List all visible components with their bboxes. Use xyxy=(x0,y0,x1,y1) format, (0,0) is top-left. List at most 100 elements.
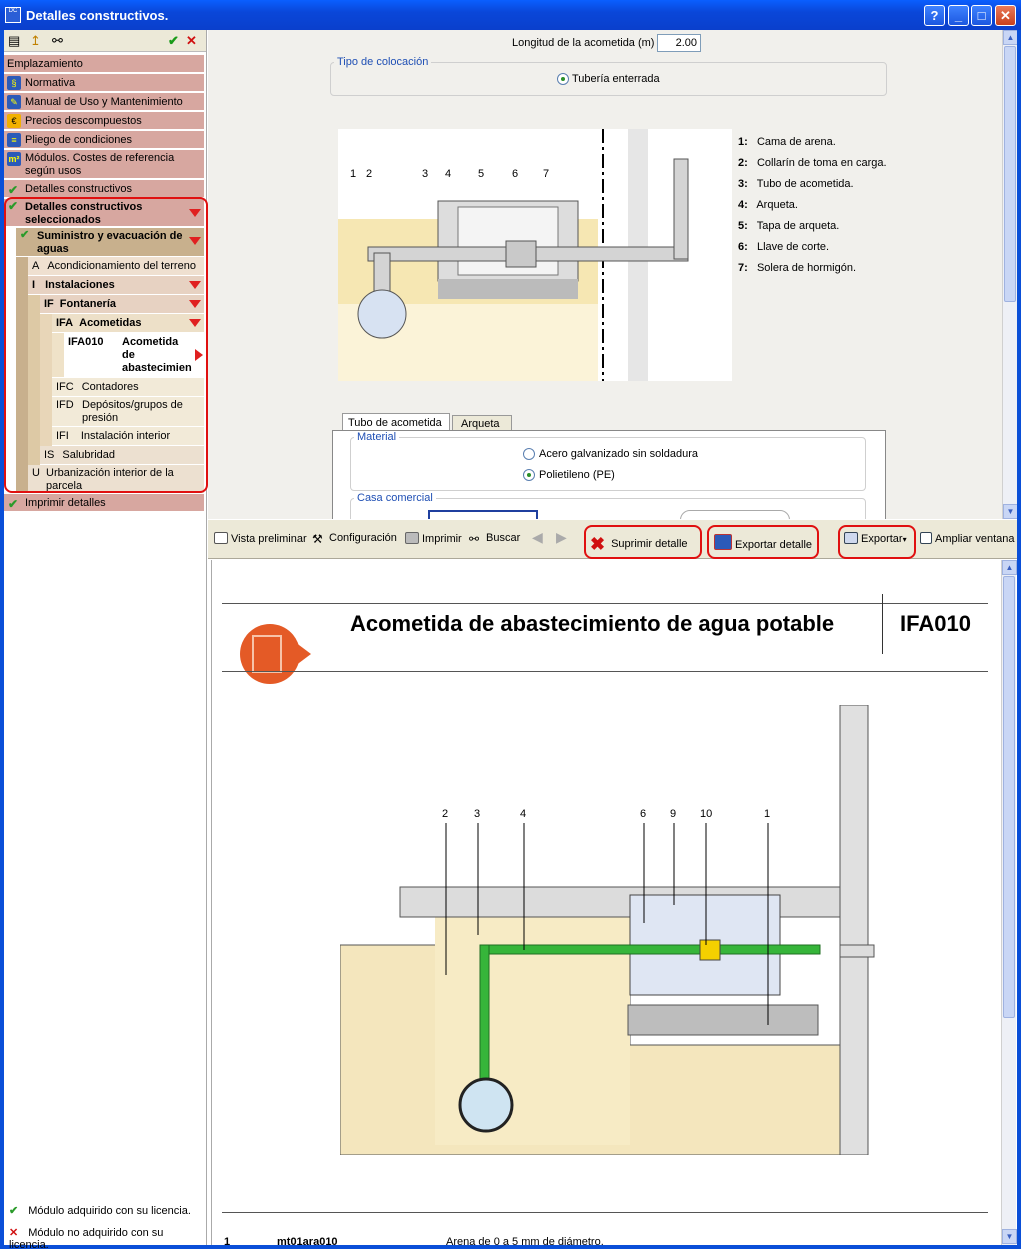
sidebar-item-detalles[interactable]: ✔ Detalles constructivos xyxy=(4,180,204,198)
connection-diagram: 1 2 3 4 5 6 7 xyxy=(338,129,732,381)
printer-icon xyxy=(405,532,419,544)
tools-icon: ⚒ xyxy=(312,532,323,546)
forward-arrow-icon[interactable]: ▶ xyxy=(556,529,567,546)
scroll-thumb[interactable] xyxy=(1003,576,1015,1018)
material-option-label: Polietileno (PE) xyxy=(539,469,615,481)
highlight-tree-selection xyxy=(4,197,208,493)
diagram-label: 4 xyxy=(445,168,451,180)
legend-row: 6: Llave de corte. xyxy=(738,241,830,253)
diagram-label: 5 xyxy=(478,168,484,180)
material-group-label: Material xyxy=(354,431,400,443)
brand-group-label: Casa comercial xyxy=(354,492,436,504)
legend-row: 5: Tapa de arqueta. xyxy=(738,220,840,232)
scroll-down-icon[interactable]: ▼ xyxy=(1003,504,1017,519)
sidebar-item-label: Normativa xyxy=(25,77,76,89)
row-description: Arena de 0 a 5 mm de diámetro. xyxy=(446,1236,604,1245)
placement-option-label: Tubería enterrada xyxy=(572,73,660,85)
left-panel: ▤ ↥ ⚯ ✔ ✕ Emplazamiento § Normativa ✎ Manu… xyxy=(4,30,208,1249)
app-icon: DC xyxy=(5,7,21,23)
legend-row: 2: Collarín de toma en carga. xyxy=(738,157,887,169)
row-code: mt01ara010 xyxy=(277,1236,338,1245)
sidebar-item-normativa[interactable]: § Normativa xyxy=(4,74,204,92)
config-scrollbar[interactable]: ▲ ▼ xyxy=(1002,30,1017,519)
length-label: Longitud de la acometida (m) xyxy=(512,37,655,49)
binoculars-icon[interactable]: ⚯ xyxy=(52,33,63,49)
sidebar-item-label: Pliego de condiciones xyxy=(25,134,133,146)
tab-tubo-acometida[interactable]: Tubo de acometida xyxy=(342,413,450,431)
callout-label: 9 xyxy=(670,808,676,820)
callout-labels: 2 3 4 6 9 10 1 xyxy=(442,808,770,820)
cype-logo xyxy=(240,624,311,684)
sidebar-item-precios[interactable]: € Precios descompuestos xyxy=(4,112,204,130)
scroll-down-icon[interactable]: ▼ xyxy=(1002,1229,1017,1244)
callout-label: 1 xyxy=(764,808,770,820)
highlight-delete xyxy=(584,525,702,559)
sidebar-item-modulos[interactable]: m² Módulos. Costes de referencia según us… xyxy=(4,150,204,179)
back-arrow-icon[interactable]: ◀ xyxy=(532,529,543,546)
preview-button[interactable]: Vista preliminar xyxy=(214,532,307,545)
title-bar: DC Detalles constructivos. ? _ □ ✕ xyxy=(0,0,1021,30)
callout-label: 2 xyxy=(442,808,448,820)
scroll-up-icon[interactable]: ▲ xyxy=(1002,560,1017,575)
document-icon: ≡ xyxy=(7,133,21,147)
document-scrollbar[interactable]: ▲ ▼ xyxy=(1001,560,1017,1245)
list-icon[interactable]: ▤ xyxy=(8,33,20,49)
detail-drawing: 2 3 4 6 9 10 1 xyxy=(340,705,875,1155)
check-icon: ✔ xyxy=(8,497,19,511)
cross-icon: ✕ xyxy=(9,1227,19,1239)
document-code: IFA010 xyxy=(900,611,971,636)
accept-icon[interactable]: ✔ xyxy=(168,33,179,49)
doc-rule xyxy=(222,603,988,604)
book-icon: § xyxy=(7,76,21,90)
enlarge-window-button[interactable]: Ampliar ventana xyxy=(920,532,1015,545)
sidebar-item-imprimir[interactable]: ✔ Imprimir detalles xyxy=(4,494,204,512)
coin-icon: € xyxy=(7,114,21,128)
diagram-label: 2 xyxy=(366,168,372,180)
minimize-button[interactable]: _ xyxy=(948,5,969,26)
close-button[interactable]: ✕ xyxy=(995,5,1016,26)
maximize-button[interactable]: □ xyxy=(971,5,992,26)
m2-icon: m² xyxy=(7,152,21,166)
sidebar-item-label: Precios descompuestos xyxy=(25,115,142,127)
tab-arqueta[interactable]: Arqueta xyxy=(452,415,512,431)
doc-rule xyxy=(222,1212,988,1213)
legend-row: 7: Solera de hormigón. xyxy=(738,262,857,274)
search-button[interactable]: ⚯ Buscar xyxy=(469,532,520,546)
sidebar-item-manual[interactable]: ✎ Manual de Uso y Mantenimiento xyxy=(4,93,204,111)
window-title: Detalles constructivos. xyxy=(26,8,169,23)
brand-logo-1[interactable] xyxy=(428,510,538,519)
callout-label: 6 xyxy=(640,808,646,820)
placement-radio[interactable] xyxy=(557,73,569,85)
callout-label: 4 xyxy=(520,808,526,820)
help-button[interactable]: ? xyxy=(924,5,945,26)
sidebar-item-label: Emplazamiento xyxy=(7,58,83,70)
scroll-up-icon[interactable]: ▲ xyxy=(1003,30,1017,45)
highlight-export-detail xyxy=(707,525,819,559)
cancel-icon[interactable]: ✕ xyxy=(186,33,197,49)
preview-icon xyxy=(214,532,228,544)
up-level-icon[interactable]: ↥ xyxy=(30,33,41,49)
legend-unlicensed: ✕ Módulo no adquirido con su licencia. xyxy=(9,1226,206,1249)
material-option-label: Acero galvanizado sin soldadura xyxy=(539,448,698,460)
row-number: 1 xyxy=(224,1236,231,1245)
sidebar-item-emplazamiento[interactable]: Emplazamiento xyxy=(4,55,204,73)
brand-logo-2[interactable] xyxy=(680,510,790,519)
tools-icon: ✎ xyxy=(7,95,21,109)
scroll-thumb[interactable] xyxy=(1004,46,1016,302)
legend-licensed: ✔ Módulo adquirido con su licencia. xyxy=(9,1204,191,1217)
diagram-label: 1 xyxy=(350,168,356,180)
material-radio-acero[interactable] xyxy=(523,448,535,460)
sidebar-item-label: Manual de Uso y Mantenimiento xyxy=(25,96,183,108)
print-button[interactable]: Imprimir xyxy=(405,532,462,545)
config-panel: Longitud de la acometida (m) 2.00 Tipo d… xyxy=(208,30,1017,519)
doc-title-divider xyxy=(882,594,883,654)
highlight-export xyxy=(838,525,916,559)
check-icon: ✔ xyxy=(9,1205,19,1217)
sidebar-item-pliego[interactable]: ≡ Pliego de condiciones xyxy=(4,131,204,149)
material-groupbox xyxy=(350,437,866,491)
configuration-button[interactable]: ⚒ Configuración xyxy=(312,532,397,546)
material-radio-pe[interactable] xyxy=(523,469,535,481)
diagram-label: 6 xyxy=(512,168,518,180)
length-input[interactable]: 2.00 xyxy=(657,34,701,52)
diagram-label: 7 xyxy=(543,168,549,180)
